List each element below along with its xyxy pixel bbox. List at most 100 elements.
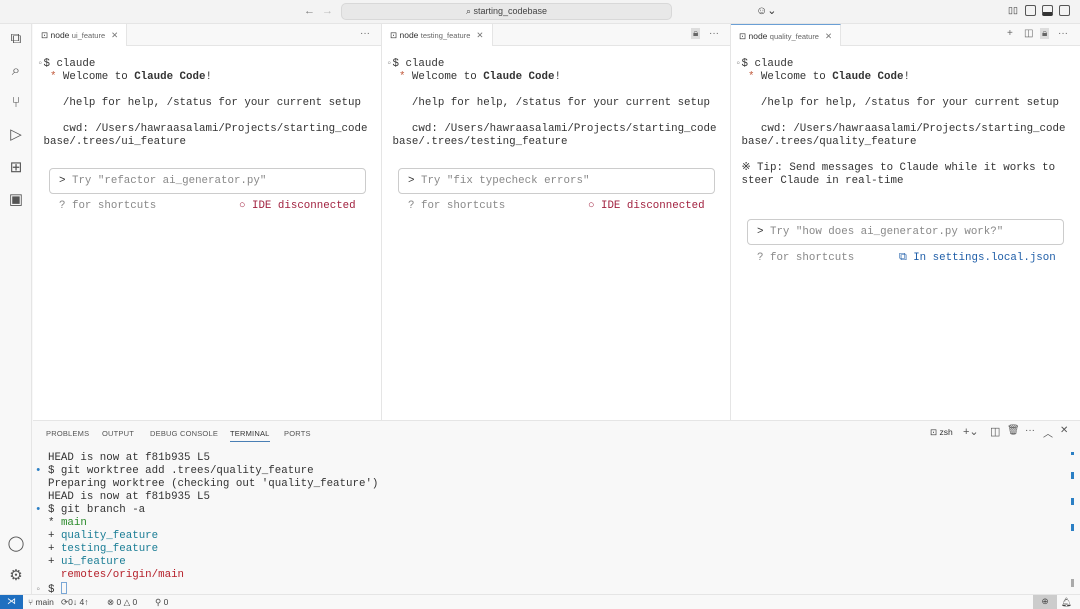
problems-indicator[interactable]: ⊗ 0 △ 0 (107, 596, 137, 608)
toggle-panel-icon[interactable] (1042, 5, 1053, 16)
remote-indicator-icon[interactable]: ⋊ (0, 595, 23, 609)
branch-worktree: ui_feature (61, 556, 126, 568)
ports-indicator[interactable]: ⚲ 0 (155, 596, 168, 608)
more-actions-icon[interactable]: ··· (1058, 28, 1068, 39)
settings-text: In settings.local.json (913, 252, 1056, 264)
terminal-editor-testing-feature[interactable]: ⊡ node testing_feature✕ 🔒︎ ··· ◦$ claude… (382, 24, 731, 420)
back-button[interactable]: ← (304, 5, 315, 17)
status-bar: ⋊ ⑂ main ⟳0↓ 4↑ ⊗ 0 △ 0 ⚲ 0 ⊕ 🔔︎ (0, 594, 1080, 608)
explorer-icon[interactable]: ⧉ (6, 29, 26, 49)
lock-icon[interactable]: 🔒︎ (1040, 28, 1049, 39)
sync-counts: 0↓ 4↑ (68, 597, 88, 607)
lock-icon[interactable]: 🔒︎ (691, 28, 700, 39)
split-terminal-icon[interactable]: ◫ (990, 425, 1000, 438)
asterisk-icon: * (386, 71, 412, 83)
help-line: /help for help, /status for your current… (412, 97, 710, 109)
cursor (61, 582, 67, 594)
trash-icon[interactable]: 🗑︎ (1007, 425, 1020, 436)
command-dot-icon: • (35, 465, 41, 477)
branch-marker: + (48, 556, 61, 568)
account-icon[interactable]: ◯ (6, 534, 26, 554)
ide-status: ○ IDE disconnected (588, 200, 705, 213)
tab-quality-feature[interactable]: ⊡ node quality_feature✕ (731, 24, 841, 46)
prompt-input[interactable]: > Try "refactor ai_generator.py" (49, 168, 366, 194)
split-editor-icon[interactable]: ◫ (1024, 28, 1033, 39)
tab-name: quality_feature (770, 32, 819, 41)
settings-gear-icon[interactable]: ⚙ (6, 566, 26, 586)
terminal-line: $ git worktree add .trees/quality_featur… (48, 465, 314, 477)
ide-status-text: IDE disconnected (601, 200, 705, 212)
welcome-end: ! (205, 71, 211, 83)
scroll-marker (1071, 498, 1074, 505)
cwd-line-cont: base/.trees/quality_feature (741, 136, 916, 148)
editor-tab-bar: ⊡ node testing_feature✕ 🔒︎ ··· (382, 24, 730, 46)
more-actions-icon[interactable]: ··· (360, 28, 370, 39)
extensions-icon[interactable]: ⊞ (6, 158, 26, 178)
close-icon[interactable]: ✕ (476, 30, 483, 40)
terminal-output: HEAD is now at f81b935 L5 • $ git worktr… (35, 452, 378, 597)
settings-status[interactable]: ⧉ In settings.local.json (899, 252, 1056, 265)
branch-marker: + (48, 530, 61, 542)
tab-ports[interactable]: PORTS (284, 429, 311, 438)
scroll-marker (1071, 472, 1074, 479)
terminal-output: ◦$ claude * Welcome to Claude Code! /hel… (735, 58, 1065, 188)
tab-testing-feature[interactable]: ⊡ node testing_feature✕ (382, 24, 493, 46)
prompt-input[interactable]: > Try "fix typecheck errors" (398, 168, 715, 194)
forward-button[interactable]: → (322, 5, 333, 17)
close-panel-icon[interactable]: ✕ (1060, 425, 1068, 436)
asterisk-icon: * (735, 71, 761, 83)
toggle-secondary-sidebar-icon[interactable] (1059, 5, 1070, 16)
help-line: /help for help, /status for your current… (761, 97, 1059, 109)
activity-bar: ⧉ ⌕ ⑂ ▷ ⊞ ▣ ◯ ⚙ (0, 24, 32, 594)
command-dot-icon: • (35, 504, 41, 516)
terminal-shell-selector[interactable]: ⊡ zsh (930, 427, 953, 438)
tab-output[interactable]: OUTPUT (102, 429, 134, 438)
run-debug-icon[interactable]: ▷ (6, 125, 26, 145)
editor-tab-bar: ⊡ node quality_feature✕ + ◫ 🔒︎ ··· (731, 24, 1080, 46)
tab-problems[interactable]: PROBLEMS (46, 429, 89, 438)
new-terminal-icon[interactable]: + (1007, 28, 1013, 39)
prompt-line: $ claude (392, 58, 444, 70)
ide-status-text: IDE disconnected (252, 200, 356, 212)
tip-line: Tip: Send messages to Claude while it wo… (757, 162, 1055, 174)
branch-indicator[interactable]: ⑂ main (28, 596, 54, 608)
terminal-editor-quality-feature[interactable]: ⊡ node quality_feature✕ + ◫ 🔒︎ ··· ◦$ cl… (731, 24, 1080, 420)
zoom-icon[interactable]: ⊕ (1033, 595, 1057, 609)
close-icon[interactable]: ✕ (111, 30, 118, 40)
customize-layout-icon[interactable]: ▯▯ (1008, 5, 1019, 16)
input-placeholder: Try "fix typecheck errors" (421, 175, 589, 187)
copilot-icon[interactable]: ☺⌄ (756, 4, 776, 17)
tab-terminal[interactable]: TERMINAL (230, 429, 270, 442)
error-count: 0 (116, 597, 121, 607)
sync-indicator[interactable]: ⟳0↓ 4↑ (61, 596, 88, 608)
asterisk-icon: * (37, 71, 63, 83)
terminal-line: HEAD is now at f81b935 L5 (48, 491, 210, 503)
shortcuts-hint: ? for shortcuts (408, 200, 505, 213)
new-terminal-button[interactable]: +⌄ (963, 425, 979, 438)
command-center-search[interactable]: ⌕ starting_codebase (341, 3, 672, 20)
remote-explorer-icon[interactable]: ▣ (6, 190, 26, 210)
prompt-line: $ claude (741, 58, 793, 70)
maximize-panel-icon[interactable]: ︿ (1043, 425, 1053, 440)
more-actions-icon[interactable]: ··· (1025, 425, 1035, 436)
cwd-line: cwd: /Users/hawraasalami/Projects/starti… (63, 123, 368, 135)
search-text: starting_codebase (473, 6, 547, 16)
scroll-marker (1071, 524, 1074, 531)
tab-debug-console[interactable]: DEBUG CONSOLE (150, 429, 218, 438)
more-actions-icon[interactable]: ··· (709, 28, 719, 39)
tab-ui-feature[interactable]: ⊡ node ui_feature✕ (33, 24, 127, 46)
close-icon[interactable]: ✕ (825, 31, 832, 41)
search-icon[interactable]: ⌕ (6, 61, 26, 81)
branch-marker: + (48, 543, 61, 555)
source-control-icon[interactable]: ⑂ (6, 93, 26, 113)
shortcuts-hint: ? for shortcuts (757, 252, 854, 265)
terminal-editor-ui-feature[interactable]: ⊡ node ui_feature✕ ··· ◦$ claude * Welco… (33, 24, 382, 420)
scrollbar-thumb[interactable] (1071, 579, 1074, 587)
toggle-sidebar-icon[interactable] (1025, 5, 1036, 16)
tab-name: testing_feature (421, 31, 471, 40)
input-placeholder: Try "refactor ai_generator.py" (72, 175, 266, 187)
editor-tab-bar: ⊡ node ui_feature✕ ··· (33, 24, 381, 46)
prompt-input[interactable]: > Try "how does ai_generator.py work?" (747, 219, 1064, 245)
welcome-text: Welcome to (412, 71, 483, 83)
notifications-bell-icon[interactable]: 🔔︎ (1061, 596, 1072, 608)
